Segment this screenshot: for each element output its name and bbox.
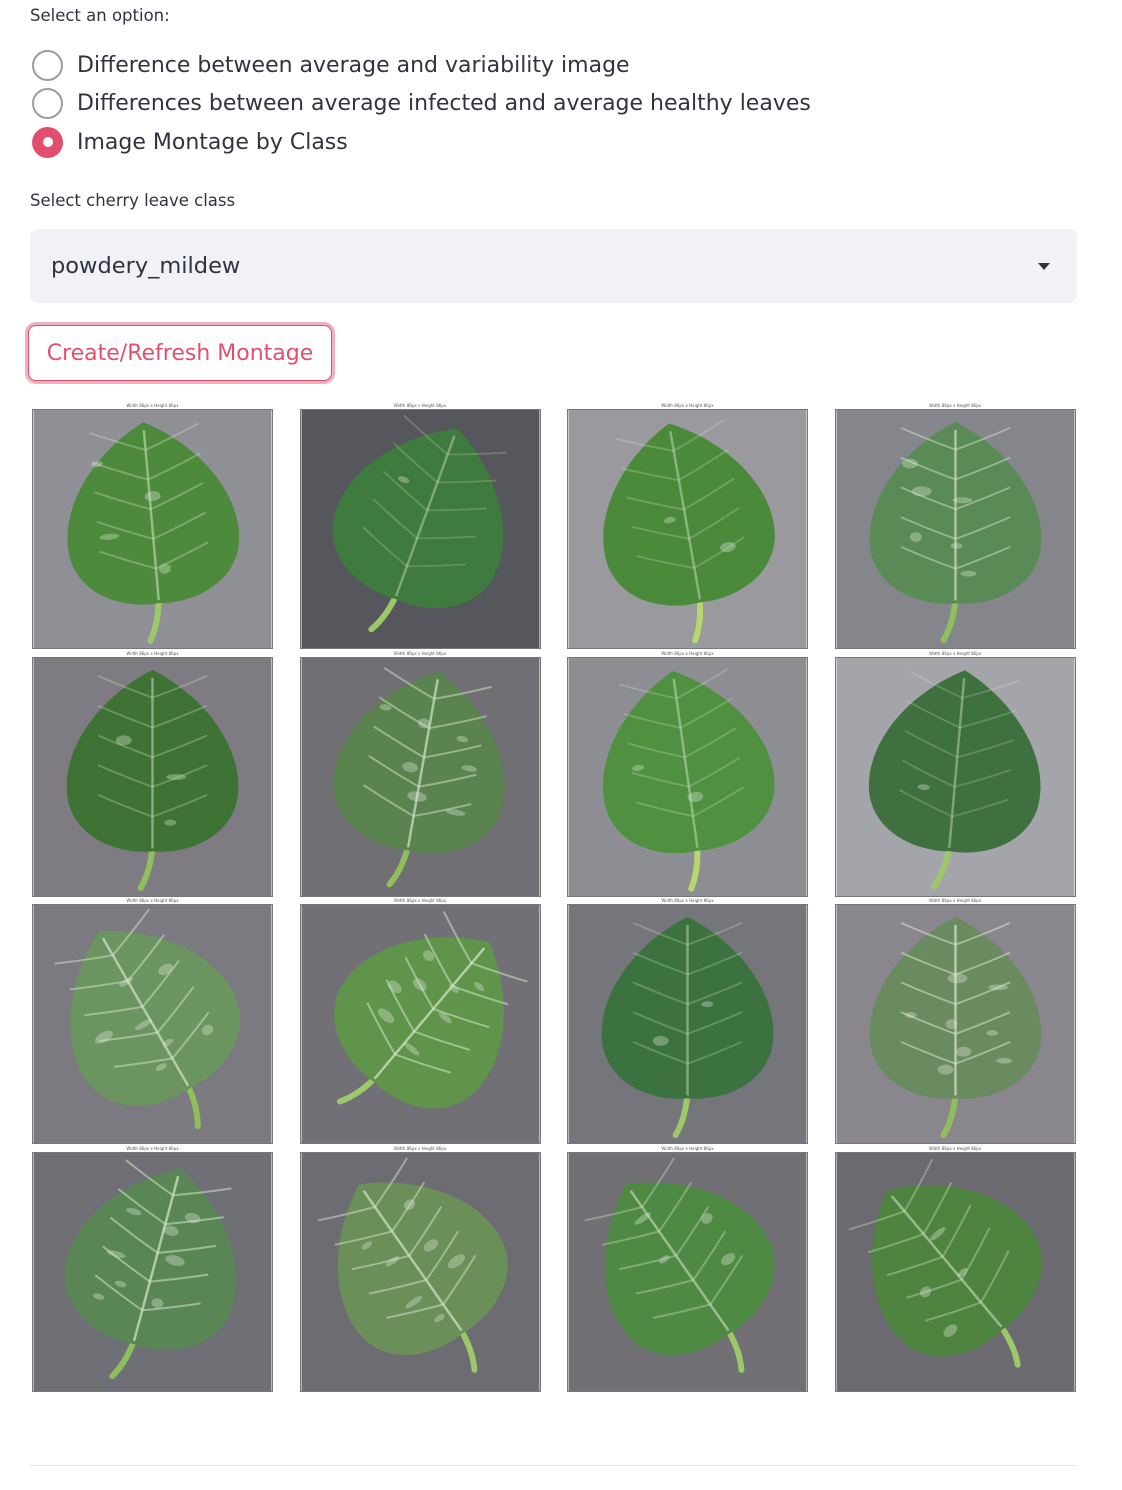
- montage-tile-caption: Width 86px x Height 86px: [928, 403, 982, 408]
- radio-button[interactable]: [32, 126, 63, 158]
- radio-button[interactable]: [32, 49, 63, 81]
- montage-tile-caption: Width 86px x Height 86px: [126, 898, 179, 903]
- montage-tile-caption: Width 86px x Height 86px: [928, 650, 982, 656]
- leaf-image: [32, 904, 273, 1144]
- montage-tile: Width 86px x Height 86px: [567, 897, 808, 1144]
- montage-tile: Width 86px x Height 86px: [834, 402, 1076, 649]
- image-montage: Width 86px x Height 86px Width 86px x Hei…: [32, 402, 1076, 1392]
- montage-tile-caption: Width 86px x Height 86px: [393, 403, 447, 408]
- leaf-image: [299, 656, 541, 897]
- divider: [30, 1465, 1077, 1466]
- radio-option-label: Differences between average infected and…: [77, 91, 811, 117]
- montage-tile-caption: Width 86px x Height 86px: [126, 650, 179, 656]
- leaf-image: [32, 409, 273, 649]
- leaf-image: [299, 1151, 541, 1392]
- montage-tile: Width 86px x Height 86px: [32, 1145, 273, 1392]
- class-select[interactable]: powdery_mildew: [30, 229, 1077, 303]
- montage-tile-caption: Width 86px x Height 86px: [661, 898, 714, 903]
- radio-option-label: Image Montage by Class: [77, 129, 348, 155]
- radio-option-average-variability[interactable]: Difference between average and variabili…: [32, 46, 811, 85]
- radio-option-label: Difference between average and variabili…: [77, 52, 630, 78]
- radio-option-image-montage[interactable]: Image Montage by Class: [32, 123, 811, 162]
- leaf-image: [32, 656, 273, 897]
- leaf-image: [567, 409, 808, 649]
- montage-tile: Width 86px x Height 86px: [32, 402, 273, 649]
- montage-tile: Width 86px x Height 86px: [834, 897, 1076, 1144]
- option-radio-group: Difference between average and variabili…: [32, 46, 811, 162]
- montage-tile-caption: Width 86px x Height 86px: [661, 403, 714, 408]
- radio-group-label: Select an option:: [30, 6, 170, 25]
- montage-tile-caption: Width 86px x Height 86px: [126, 403, 179, 408]
- montage-tile-caption: Width 86px x Height 86px: [661, 650, 714, 656]
- montage-tile: Width 86px x Height 86px: [299, 402, 541, 649]
- leaf-image: [834, 904, 1076, 1144]
- montage-tile: Width 86px x Height 86px: [834, 1145, 1076, 1392]
- montage-tile: Width 86px x Height 86px: [299, 1145, 541, 1392]
- leaf-image: [834, 656, 1076, 897]
- radio-option-infected-healthy[interactable]: Differences between average infected and…: [32, 85, 811, 124]
- montage-tile: Width 86px x Height 86px: [299, 650, 541, 897]
- radio-button[interactable]: [32, 88, 63, 120]
- leaf-image: [32, 1151, 273, 1392]
- montage-tile-caption: Width 86px x Height 86px: [126, 1145, 179, 1151]
- montage-tile: Width 86px x Height 86px: [299, 897, 541, 1144]
- leaf-image: [299, 409, 541, 649]
- page: Select an option: Difference between ave…: [0, 0, 1122, 1490]
- montage-tile: Width 86px x Height 86px: [567, 402, 808, 649]
- montage-tile: Width 86px x Height 86px: [834, 650, 1076, 897]
- class-select-label: Select cherry leave class: [30, 191, 236, 210]
- montage-tile-caption: Width 86px x Height 86px: [928, 898, 982, 903]
- montage-tile-caption: Width 86px x Height 86px: [928, 1145, 982, 1151]
- leaf-image: [567, 1151, 808, 1392]
- montage-tile: Width 86px x Height 86px: [32, 897, 273, 1144]
- leaf-image: [834, 409, 1076, 649]
- leaf-image: [567, 904, 808, 1144]
- chevron-down-icon[interactable]: [1038, 262, 1050, 270]
- montage-tile-caption: Width 86px x Height 86px: [393, 1145, 447, 1151]
- montage-tile: Width 86px x Height 86px: [567, 650, 808, 897]
- montage-tile-caption: Width 86px x Height 86px: [393, 650, 447, 656]
- create-refresh-montage-button[interactable]: Create/Refresh Montage: [28, 325, 332, 381]
- montage-tile: Width 86px x Height 86px: [567, 1145, 808, 1392]
- leaf-image: [834, 1151, 1076, 1392]
- montage-tile-caption: Width 86px x Height 86px: [393, 898, 447, 903]
- class-select-value: powdery_mildew: [51, 253, 241, 279]
- leaf-image: [567, 656, 808, 897]
- leaf-image: [299, 904, 541, 1144]
- montage-tile: Width 86px x Height 86px: [32, 650, 273, 897]
- montage-tile-caption: Width 86px x Height 86px: [661, 1145, 714, 1151]
